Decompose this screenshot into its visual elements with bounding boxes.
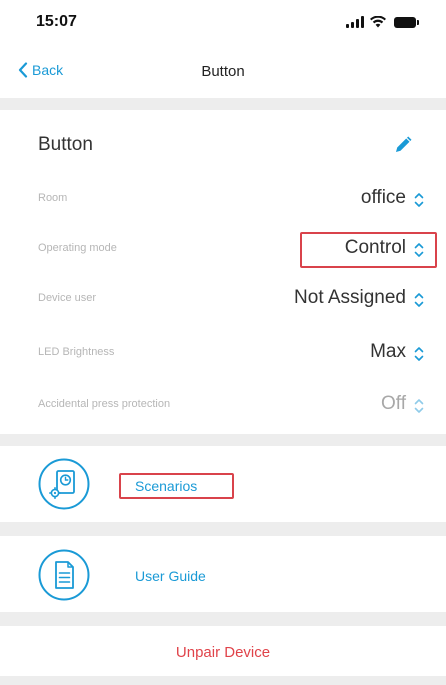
section-divider — [0, 522, 446, 536]
chevron-updown-icon — [414, 347, 424, 361]
setting-value: office — [360, 187, 406, 208]
setting-label: Device user — [38, 292, 97, 304]
scenarios-icon — [38, 458, 90, 510]
chevron-updown-icon — [414, 399, 424, 413]
status-bar: 15:07 — [0, 0, 446, 44]
setting-row-device-user[interactable]: Device user Not Assigned — [0, 276, 446, 324]
setting-label: Accidental press protection — [38, 398, 171, 410]
user-guide-link[interactable]: User Guide — [135, 568, 206, 584]
unpair-device-label: Unpair Device — [175, 644, 271, 661]
operating-mode-highlight — [300, 232, 437, 268]
setting-value: Off — [381, 393, 406, 414]
scenarios-highlight — [119, 473, 234, 499]
chevron-updown-icon — [414, 193, 424, 207]
section-divider — [0, 98, 446, 110]
setting-label: Operating mode — [38, 242, 117, 254]
device-name: Button — [38, 134, 93, 155]
setting-row-accidental-press-protection[interactable]: Accidental press protection Off — [0, 382, 446, 430]
user-guide-row[interactable]: User Guide — [0, 536, 446, 612]
setting-label: LED Brightness — [38, 346, 115, 358]
setting-label: Room — [38, 192, 68, 204]
setting-row-room[interactable]: Room office — [0, 176, 446, 224]
pencil-icon[interactable] — [394, 136, 412, 154]
setting-value: Max — [370, 341, 406, 362]
document-icon — [38, 549, 90, 601]
section-divider — [0, 612, 446, 626]
unpair-device-button[interactable]: Unpair Device — [0, 628, 446, 676]
nav-bar: Back Button — [0, 52, 446, 92]
status-time: 15:07 — [36, 13, 77, 30]
signal-icon — [346, 16, 364, 28]
setting-row-led-brightness[interactable]: LED Brightness Max — [0, 330, 446, 378]
setting-value: Not Assigned — [294, 287, 406, 308]
section-divider — [0, 676, 446, 685]
battery-icon — [394, 17, 419, 28]
status-icons — [346, 16, 419, 28]
page-title: Button — [201, 63, 245, 80]
device-header: Button — [0, 120, 446, 170]
section-divider — [0, 434, 446, 446]
chevron-updown-icon — [414, 293, 424, 307]
wifi-icon — [370, 16, 386, 28]
